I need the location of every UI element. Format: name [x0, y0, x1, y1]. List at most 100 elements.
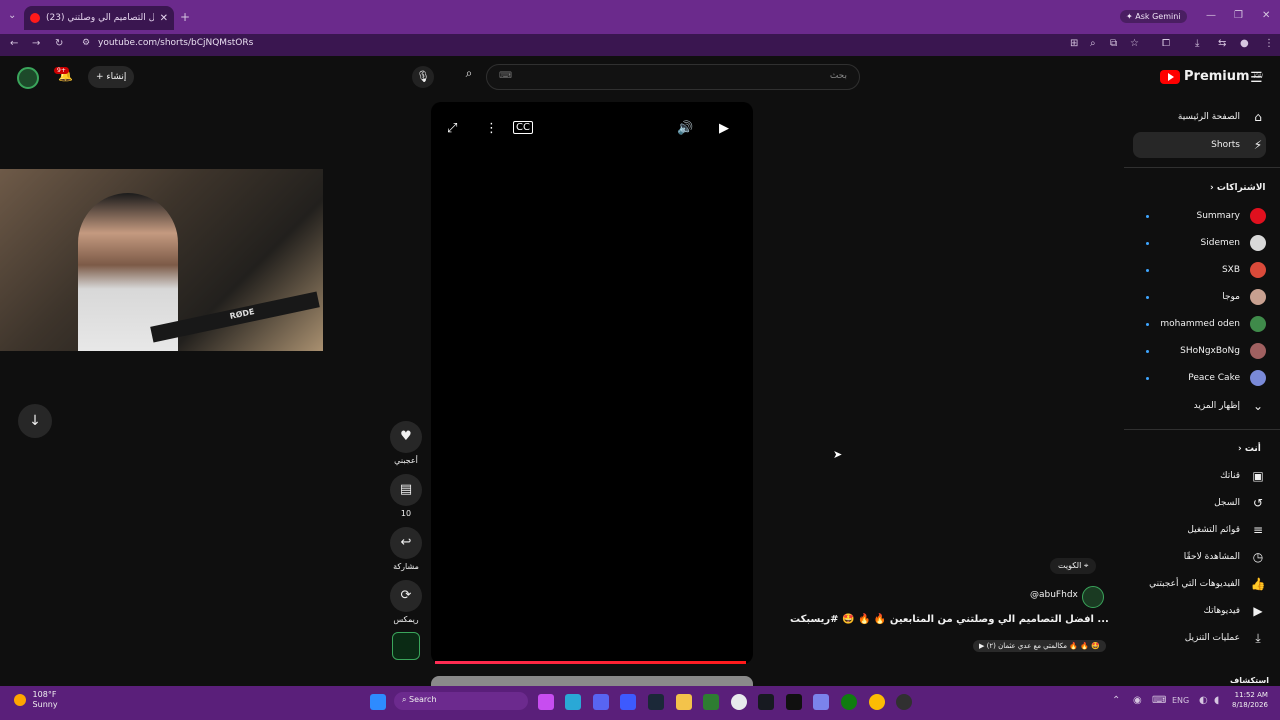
sidebar-item-watch-later[interactable]: المشاهدة لاحقًا ◷	[1184, 544, 1266, 570]
channel-avatar[interactable]	[1082, 586, 1104, 608]
search-icon[interactable]: ⌕	[458, 66, 480, 88]
app-icon[interactable]	[620, 694, 636, 710]
sidebar-item-playlists[interactable]: قوائم التشغيل ≡	[1187, 517, 1266, 543]
site-info-icon[interactable]: ⚙	[82, 38, 90, 48]
notifications-badge: 9+	[54, 67, 69, 74]
music-chip[interactable]: ▶ (٢) مكالمتي مع عدي عثمان 🔥 🔥 🤩	[973, 640, 1106, 652]
sidebar-item-subscription[interactable]: موجا	[1222, 284, 1266, 310]
teams-icon[interactable]	[813, 694, 829, 710]
steam-icon[interactable]	[648, 694, 664, 710]
fullscreen-icon[interactable]: ⤢	[447, 121, 457, 136]
weather-widget[interactable]: 108°F Sunny	[14, 690, 58, 710]
channel-handle[interactable]: @abuFhdx	[1030, 590, 1078, 600]
search-input[interactable]: ⌨ بحث	[486, 64, 860, 90]
excel-icon[interactable]	[703, 694, 719, 710]
show-more-label: إظهار المزيد	[1193, 401, 1240, 411]
obs-icon[interactable]	[896, 694, 912, 710]
minimize-button[interactable]: —	[1206, 10, 1216, 21]
copilot-icon[interactable]	[538, 694, 554, 710]
like-button[interactable]: ♥	[390, 421, 422, 453]
sidebar-item-subscription[interactable]: Summary	[1197, 203, 1266, 229]
hamburger-menu-icon[interactable]: ☰	[1250, 70, 1263, 86]
windows-start-icon[interactable]	[370, 694, 386, 710]
wifi-icon[interactable]: ◐	[1199, 695, 1208, 706]
captions-icon[interactable]: CC	[513, 121, 533, 134]
close-window-button[interactable]: ✕	[1262, 10, 1270, 21]
active-tab[interactable]: (23) افضل التصاميم الي وصلتني ✕	[24, 6, 174, 30]
install-icon[interactable]: ⧉	[1110, 38, 1117, 49]
location-chip[interactable]: الكويت ⌖	[1050, 558, 1097, 574]
shorts-icon: ⚡	[1253, 138, 1263, 152]
back-icon[interactable]: ←	[10, 38, 18, 49]
edge-icon[interactable]	[565, 694, 581, 710]
sidebar-item-subscription[interactable]: Peace Cake	[1188, 365, 1266, 391]
more-options-icon[interactable]: ⋮	[485, 121, 498, 136]
file-explorer-icon[interactable]	[676, 694, 692, 710]
show-more-button[interactable]: إظهار المزيد ⌄	[1194, 393, 1266, 419]
youtube-premium-logo[interactable]: Premium KW	[1160, 69, 1263, 84]
sidebar-item-subscription[interactable]: mohammed oden	[1160, 311, 1266, 337]
tab-search-icon[interactable]: ⌄	[8, 10, 16, 21]
forward-icon[interactable]: →	[32, 38, 40, 49]
create-button[interactable]: + إنشاء	[88, 66, 135, 88]
ask-gemini-button[interactable]: ✦ Ask Gemini	[1120, 10, 1187, 23]
new-tab-button[interactable]: +	[180, 10, 190, 24]
windows-taskbar	[0, 686, 1280, 720]
next-short-button[interactable]: ↓	[18, 404, 52, 438]
chrome-active-icon[interactable]	[869, 694, 885, 710]
profile-icon[interactable]: ●	[1240, 38, 1249, 49]
sidebar-item-downloads[interactable]: عمليات التنزيل ⤓	[1185, 625, 1266, 651]
xbox-icon[interactable]	[841, 694, 857, 710]
reload-icon[interactable]: ↻	[55, 38, 63, 49]
sidebar-item-subscription[interactable]: SHoNgxBoNg	[1180, 338, 1266, 364]
keyboard-icon[interactable]: ⌨	[499, 71, 512, 81]
channel-thumbnail[interactable]	[392, 632, 420, 660]
shorts-video-player[interactable]: ⤢ ⋮ CC 🔊 ▶	[431, 102, 753, 664]
tab-manager-icon[interactable]: ⇆	[1218, 38, 1226, 49]
restore-button[interactable]: ❐	[1234, 10, 1243, 21]
capcut-icon[interactable]	[786, 694, 802, 710]
sidebar-item-your-videos[interactable]: فيديوهاتك ▶	[1204, 598, 1266, 624]
subscription-avatar	[1250, 370, 1266, 386]
taskbar-search[interactable]: ⌕ Search	[394, 692, 528, 710]
play-icon[interactable]: ▶	[719, 121, 729, 136]
tray-mic-icon[interactable]: ◉	[1133, 695, 1142, 706]
extensions-icon[interactable]: ⧠	[1162, 38, 1170, 49]
next-short-preview[interactable]	[431, 676, 753, 686]
translate-icon[interactable]: ⊞	[1070, 38, 1078, 49]
sidebar-item-home[interactable]: الصفحة الرئيسية ⌂	[1178, 104, 1266, 130]
download-icon[interactable]: ⤓	[1195, 38, 1199, 49]
you-header[interactable]: › أنت	[1238, 444, 1261, 454]
tab-close-icon[interactable]: ✕	[160, 13, 168, 24]
explore-header: استكشاف	[1230, 676, 1269, 685]
remix-button[interactable]: ⟳	[390, 580, 422, 612]
steam-client-icon[interactable]	[758, 694, 774, 710]
home-icon: ⌂	[1254, 110, 1262, 124]
tray-overflow-icon[interactable]: ⌃	[1112, 695, 1120, 706]
volume-icon[interactable]: 🔊	[677, 121, 693, 136]
video-title[interactable]: افضل التصاميم الي وصلتني من المتابعين 🔥 …	[790, 614, 1109, 625]
volume-tray-icon[interactable]: ◖	[1214, 695, 1219, 706]
bookmark-star-icon[interactable]: ☆	[1130, 38, 1139, 49]
share-button[interactable]: ↩	[390, 527, 422, 559]
subscriptions-header[interactable]: › الاشتراكات	[1210, 183, 1266, 193]
system-clock[interactable]: 11:52 AM 8/18/2026	[1232, 690, 1268, 710]
voice-search-mic-icon[interactable]: 🎙	[412, 66, 434, 88]
account-avatar[interactable]	[17, 67, 39, 89]
video-progress-bar[interactable]	[435, 661, 746, 664]
sidebar-item-subscription[interactable]: Sidemen	[1201, 230, 1266, 256]
sidebar-item-subscription[interactable]: SXB	[1222, 257, 1266, 283]
sidebar-item-label: المشاهدة لاحقًا	[1183, 552, 1240, 562]
sidebar-item-history[interactable]: السجل ↺	[1214, 490, 1266, 516]
discord-icon[interactable]	[593, 694, 609, 710]
chrome-icon[interactable]	[731, 694, 747, 710]
sidebar-item-shorts[interactable]: Shorts ⚡	[1133, 132, 1266, 158]
zoom-icon[interactable]: ⌕	[1090, 38, 1096, 49]
chrome-menu-icon[interactable]: ⋮	[1264, 38, 1274, 49]
language-indicator[interactable]: ENG	[1172, 696, 1189, 705]
comments-button[interactable]: ▤	[390, 474, 422, 506]
tray-keyboard-icon[interactable]: ⌨	[1152, 695, 1166, 706]
sidebar-item-channel[interactable]: قناتك ▣	[1220, 463, 1266, 489]
sidebar-item-liked[interactable]: الفيديوهات التي أعجبتني 👍	[1149, 571, 1266, 597]
url-text[interactable]: youtube.com/shorts/bCjNQMstORs	[98, 38, 253, 48]
